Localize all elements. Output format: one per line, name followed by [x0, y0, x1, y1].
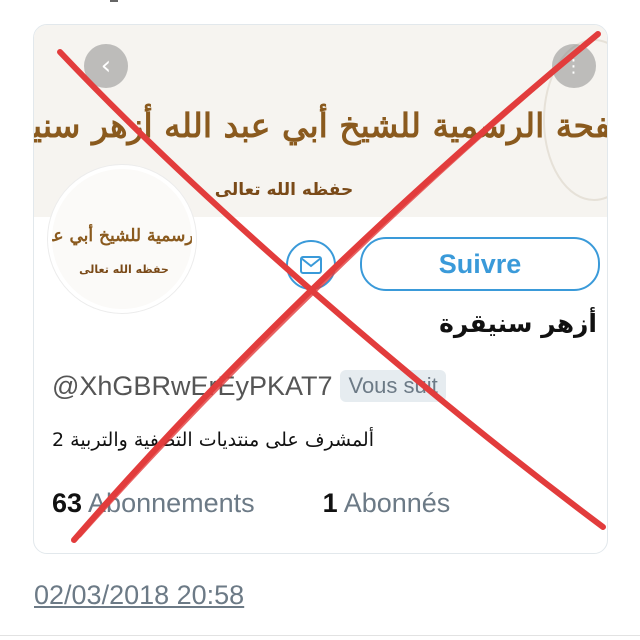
follow-button[interactable]: Suivre [360, 237, 600, 291]
banner-subtitle: حفظه الله تعالى [215, 180, 354, 200]
followers-count: 1 [322, 488, 338, 518]
following-count: 63 [52, 488, 83, 518]
avatar-text-line2: حفظه الله تعالى [79, 263, 169, 276]
followers-stat[interactable]: 1 Abonnés [323, 488, 451, 519]
back-button[interactable]: ‹ [84, 44, 128, 88]
post-timestamp[interactable]: 02/03/2018 20:58 [34, 580, 244, 611]
avatar-calligraphy: الرسمية للشيخ أبي عبد حفظه الله تعالى [52, 223, 192, 276]
follows-you-badge: Vous suit [340, 370, 446, 402]
message-button[interactable] [286, 240, 336, 290]
handle-row: @XhGBRwErEyPKAT7 Vous suit [52, 370, 446, 402]
more-options-button[interactable]: ⋮ [552, 44, 596, 88]
envelope-icon [300, 256, 322, 274]
following-stat[interactable]: 63 Abonnements [52, 488, 255, 519]
avatar-text-line1: الرسمية للشيخ أبي عبد [52, 223, 192, 246]
following-label: Abonnements [88, 488, 255, 518]
stats-row: 63 Abonnements 1 Abonnés [52, 488, 450, 519]
top-edge-fragment [110, 0, 118, 2]
banner-title: الصفحة الرسمية للشيخ أبي عبد الله أزهر س… [34, 103, 607, 146]
bio-text: ألمشرف على منتديات التصفية والتربية 2 [52, 429, 374, 451]
display-name: أزهر سنيقرة [439, 309, 597, 338]
profile-card: الصفحة الرسمية للشيخ أبي عبد الله أزهر س… [33, 24, 608, 554]
avatar[interactable]: الرسمية للشيخ أبي عبد حفظه الله تعالى [48, 165, 196, 313]
more-dots-icon: ⋮ [564, 55, 584, 77]
followers-label: Abonnés [343, 488, 451, 518]
chevron-left-icon: ‹ [100, 51, 112, 81]
bottom-divider [0, 635, 640, 636]
user-handle: @XhGBRwErEyPKAT7 [52, 370, 333, 401]
